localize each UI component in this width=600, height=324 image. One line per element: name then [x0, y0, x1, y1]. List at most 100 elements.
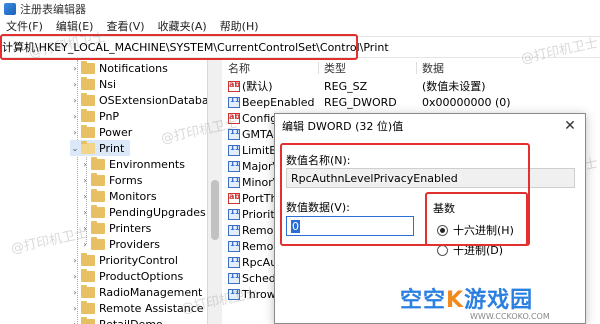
- tree-item[interactable]: › PriorityControl: [70, 252, 184, 268]
- tree-item[interactable]: › PnP: [70, 108, 125, 124]
- highlight-box-base: [425, 192, 528, 246]
- dword-value-icon: [228, 208, 240, 220]
- tree-item-label[interactable]: Power: [99, 126, 132, 139]
- tree-item[interactable]: › OSExtensionDatabase: [70, 92, 207, 108]
- menu-favorites[interactable]: 收藏夹(A): [154, 18, 216, 34]
- tree-item-label[interactable]: PriorityControl: [99, 254, 178, 267]
- site-logo-right: 游戏园: [464, 288, 534, 313]
- tree-item-label[interactable]: Nsi: [99, 78, 116, 91]
- folder-icon: [81, 76, 95, 90]
- tree-item[interactable]: › Monitors: [80, 188, 163, 204]
- tree-item-label[interactable]: Notifications: [99, 62, 168, 75]
- folder-icon: [81, 284, 95, 298]
- chevron-right-icon[interactable]: ›: [70, 80, 80, 89]
- site-logo-left: 空空: [400, 288, 447, 313]
- chevron-right-icon[interactable]: ›: [70, 128, 80, 137]
- column-divider[interactable]: [416, 62, 417, 74]
- chevron-right-icon[interactable]: ›: [80, 160, 90, 169]
- folder-icon: [91, 172, 105, 186]
- tree-item-label[interactable]: Providers: [109, 238, 160, 251]
- tree-item-label[interactable]: OSExtensionDatabase: [99, 94, 207, 107]
- value-name[interactable]: (默认): [242, 78, 273, 94]
- dword-value-icon: [228, 160, 240, 172]
- value-row[interactable]: (默认) REG_SZ (数值未设置): [222, 78, 600, 94]
- column-data-header[interactable]: 数据: [422, 60, 444, 76]
- value-data: 0x00000000 (0): [422, 95, 511, 109]
- value-type: REG_DWORD: [324, 95, 397, 109]
- chevron-right-icon[interactable]: ›: [70, 96, 80, 105]
- value-data: (数值未设置): [422, 80, 486, 93]
- window-title: 注册表编辑器: [20, 3, 86, 16]
- chevron-right-icon[interactable]: ›: [80, 208, 90, 217]
- tree-item[interactable]: › ProductOptions: [70, 268, 189, 284]
- menu-file[interactable]: 文件(F): [2, 18, 52, 34]
- column-type-header[interactable]: 类型: [324, 60, 346, 76]
- folder-icon: [91, 204, 105, 218]
- dword-value-icon: [228, 96, 240, 108]
- chevron-right-icon[interactable]: ›: [70, 256, 80, 265]
- dword-value-icon: [228, 240, 240, 252]
- column-name-header[interactable]: 名称: [228, 60, 250, 76]
- tree-item[interactable]: › Forms: [80, 172, 148, 188]
- folder-icon: [81, 252, 95, 266]
- string-value-icon: [228, 192, 240, 204]
- tree-item[interactable]: › PendingUpgrades: [80, 204, 207, 220]
- folder-icon: [91, 236, 105, 250]
- tree-item-label[interactable]: RetailDemo: [99, 318, 163, 324]
- close-icon[interactable]: ✕: [561, 117, 579, 135]
- key-tree: ›Notifications›Nsi›OSExtensionDatabase›P…: [0, 60, 208, 324]
- chevron-right-icon[interactable]: ›: [70, 288, 80, 297]
- chevron-right-icon[interactable]: ›: [70, 112, 80, 121]
- dword-value-icon: [228, 224, 240, 236]
- tree-item[interactable]: › Nsi: [70, 76, 122, 92]
- tree-item-label[interactable]: Monitors: [109, 190, 157, 203]
- chevron-down-icon[interactable]: ⌄: [70, 144, 80, 153]
- dword-value-icon: [228, 144, 240, 156]
- radio-unchecked-icon[interactable]: [437, 244, 448, 256]
- chevron-right-icon[interactable]: ›: [70, 320, 80, 324]
- tree-item-label[interactable]: Environments: [109, 158, 185, 171]
- site-logo-k: K: [446, 288, 465, 313]
- tree-scroll-thumb[interactable]: [211, 180, 219, 240]
- tree-item-label[interactable]: Forms: [109, 174, 142, 187]
- tree-item[interactable]: › Power: [70, 124, 138, 140]
- value-type: REG_SZ: [324, 79, 368, 93]
- value-row[interactable]: BeepEnabled REG_DWORD 0x00000000 (0): [222, 94, 600, 110]
- folder-icon: [81, 92, 95, 106]
- title-bar: 注册表编辑器: [0, 0, 600, 18]
- folder-icon: [91, 220, 105, 234]
- chevron-right-icon[interactable]: ›: [80, 192, 90, 201]
- dialog-title: 编辑 DWORD (32 位)值: [282, 120, 404, 133]
- tree-item-label[interactable]: PnP: [99, 110, 119, 123]
- tree-item[interactable]: › Notifications: [70, 60, 174, 76]
- tree-item[interactable]: › Environments: [80, 156, 191, 172]
- folder-icon: [81, 60, 95, 74]
- tree-item[interactable]: › RetailDemo: [70, 316, 169, 324]
- folder-icon: [91, 156, 105, 170]
- tree-item[interactable]: › Printers: [80, 220, 157, 236]
- folder-icon: [81, 124, 95, 138]
- tree-item[interactable]: ⌄ Print: [70, 140, 131, 156]
- tree-item-label[interactable]: Printers: [109, 222, 151, 235]
- menu-view[interactable]: 查看(V): [102, 18, 153, 34]
- dword-value-icon: [228, 272, 240, 284]
- tree-item-label[interactable]: ProductOptions: [99, 270, 183, 283]
- registry-app-icon: [4, 3, 16, 15]
- tree-item-label[interactable]: PendingUpgrades: [109, 206, 206, 219]
- value-name[interactable]: BeepEnabled: [242, 96, 315, 109]
- site-url: WWW.CCKOKO.COM: [470, 312, 550, 321]
- menu-help[interactable]: 帮助(H): [216, 18, 268, 34]
- folder-icon: [81, 316, 95, 324]
- chevron-right-icon[interactable]: ›: [80, 176, 90, 185]
- tree-scrollbar[interactable]: [208, 60, 222, 324]
- tree-item-label[interactable]: Print: [99, 142, 124, 155]
- column-divider[interactable]: [318, 62, 319, 74]
- folder-icon: [81, 108, 95, 122]
- folder-icon: [91, 188, 105, 202]
- folder-icon: [81, 140, 95, 154]
- chevron-right-icon[interactable]: ›: [70, 64, 80, 73]
- chevron-right-icon[interactable]: ›: [70, 304, 80, 313]
- site-logo: 空空K游戏园: [400, 282, 533, 314]
- tree-item[interactable]: › Providers: [80, 236, 166, 252]
- chevron-right-icon[interactable]: ›: [70, 272, 80, 281]
